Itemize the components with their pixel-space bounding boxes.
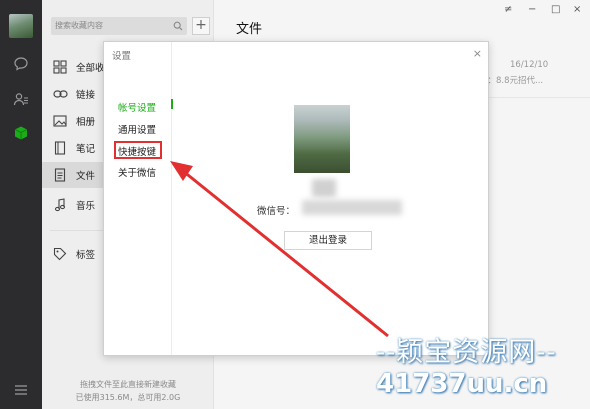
watermark-domain: 41737uu.cn [376, 369, 548, 399]
watermark-site-name: --颖宝资源网-- [376, 337, 557, 368]
watermark: --颖宝资源网-- 41737uu.cn [376, 328, 590, 409]
